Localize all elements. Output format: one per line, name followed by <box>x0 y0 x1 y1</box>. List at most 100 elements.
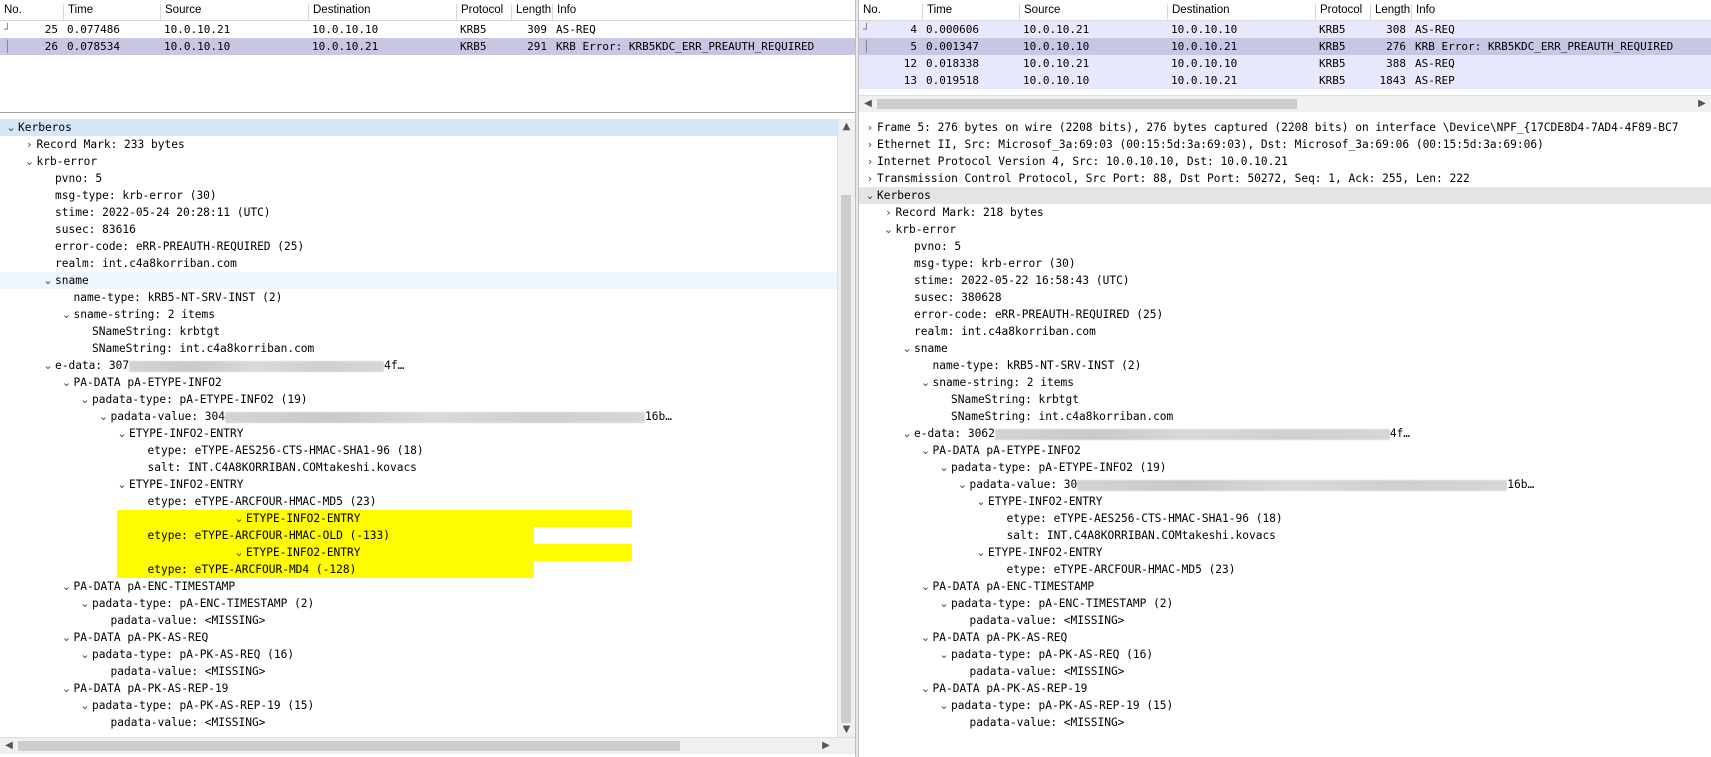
tree-node[interactable]: ⌄ krb-error <box>0 153 838 170</box>
tree-node[interactable]: ⌄ sname <box>859 340 1711 357</box>
expand-chevron-down-icon[interactable]: ⌄ <box>60 578 74 595</box>
column-header-time[interactable]: Time <box>63 4 93 20</box>
scroll-left-arrow-icon[interactable]: ◀ <box>861 96 875 112</box>
expand-chevron-down-icon[interactable]: ⌄ <box>115 425 129 442</box>
scroll-thumb[interactable] <box>877 99 1297 109</box>
expand-chevron-down-icon[interactable]: ⌄ <box>919 374 933 391</box>
collapse-chevron-right-icon[interactable]: › <box>863 136 877 153</box>
tree-node[interactable]: padata-value: <MISSING> <box>0 663 838 680</box>
expand-chevron-down-icon[interactable]: ⌄ <box>41 357 55 374</box>
tree-node[interactable]: etype: eTYPE-ARCFOUR-HMAC-MD5 (23) <box>859 561 1711 578</box>
scroll-right-arrow-icon[interactable]: ▶ <box>819 738 833 754</box>
expand-chevron-down-icon[interactable]: ⌄ <box>956 476 970 493</box>
expand-chevron-down-icon[interactable]: ⌄ <box>78 646 92 663</box>
scroll-down-arrow-icon[interactable]: ▼ <box>838 724 855 735</box>
packet-list-horizontal-scrollbar[interactable]: ◀ ▶ <box>859 95 1711 112</box>
tree-node[interactable]: ⌄ padata-type: pA-ENC-TIMESTAMP (2) <box>0 595 838 612</box>
expand-chevron-down-icon[interactable]: ⌄ <box>4 119 18 136</box>
tree-node[interactable]: ⌄ padata-type: pA-PK-AS-REQ (16) <box>859 646 1711 663</box>
tree-node[interactable]: ⌄ padata-type: pA-PK-AS-REQ (16) <box>0 646 838 663</box>
column-header-source[interactable]: Source <box>1019 4 1060 20</box>
tree-node[interactable]: ⌄ ETYPE-INFO2-ENTRY <box>117 510 632 527</box>
column-header-length[interactable]: Length <box>1370 4 1410 20</box>
expand-chevron-down-icon[interactable]: ⌄ <box>882 221 896 238</box>
tree-node[interactable]: ⌄ PA-DATA pA-PK-AS-REQ <box>0 629 838 646</box>
column-header-destination[interactable]: Destination <box>308 4 371 20</box>
tree-node[interactable]: error-code: eRR-PREAUTH-REQUIRED (25) <box>859 306 1711 323</box>
tree-node[interactable]: ⌄ Kerberos <box>859 187 1711 204</box>
expand-chevron-down-icon[interactable]: ⌄ <box>863 187 877 204</box>
scroll-thumb[interactable] <box>18 741 680 751</box>
tree-node[interactable]: padata-value: <MISSING> <box>859 612 1711 629</box>
tree-node[interactable]: SNameString: int.c4a8korriban.com <box>859 408 1711 425</box>
scroll-thumb[interactable] <box>841 195 851 723</box>
tree-node[interactable]: ⌄ ETYPE-INFO2-ENTRY <box>117 544 632 561</box>
tree-node[interactable]: ⌄ e-data: 3062 4f… <box>859 425 1711 442</box>
scroll-up-arrow-icon[interactable]: ▲ <box>838 121 855 132</box>
tree-node[interactable]: ⌄ PA-DATA pA-PK-AS-REP-19 <box>0 680 838 697</box>
collapse-chevron-right-icon[interactable]: › <box>23 136 37 153</box>
packet-row[interactable]: ┘ 4 0.000606 10.0.10.21 10.0.10.10 KRB5 308 AS-… <box>859 21 1711 38</box>
tree-node[interactable]: ⌄ padata-type: pA-PK-AS-REP-19 (15) <box>0 697 838 714</box>
tree-node[interactable]: padata-value: <MISSING> <box>859 714 1711 731</box>
expand-chevron-down-icon[interactable]: ⌄ <box>60 374 74 391</box>
tree-node[interactable]: stime: 2022-05-24 20:28:11 (UTC) <box>0 204 838 221</box>
tree-node[interactable]: stime: 2022-05-22 16:58:43 (UTC) <box>859 272 1711 289</box>
expand-chevron-down-icon[interactable]: ⌄ <box>900 425 914 442</box>
packet-row[interactable]: │ 26 0.078534 10.0.10.10 10.0.10.21 KRB5 291 KR… <box>0 38 855 55</box>
packet-row[interactable]: │ 5 0.001347 10.0.10.10 10.0.10.21 KRB5 276 KRB… <box>859 38 1711 55</box>
tree-node[interactable]: ⌄ PA-DATA pA-ETYPE-INFO2 <box>859 442 1711 459</box>
tree-node[interactable]: etype: eTYPE-ARCFOUR-HMAC-OLD (-133) <box>117 527 534 544</box>
tree-node[interactable]: ⌄ sname-string: 2 items <box>859 374 1711 391</box>
tree-node[interactable]: ⌄ PA-DATA pA-PK-AS-REP-19 <box>859 680 1711 697</box>
tree-node[interactable]: ⌄ sname <box>0 272 838 289</box>
tree-node[interactable]: ⌄ PA-DATA pA-ENC-TIMESTAMP <box>0 578 838 595</box>
packet-row[interactable]: ┘ 25 0.077486 10.0.10.21 10.0.10.10 KRB5 309 AS… <box>0 21 855 38</box>
column-header-info[interactable]: Info <box>552 4 576 20</box>
expand-chevron-down-icon[interactable]: ⌄ <box>23 153 37 170</box>
packet-row[interactable]: 12 0.018338 10.0.10.21 10.0.10.10 KRB5 388 AS-… <box>859 55 1711 72</box>
collapse-chevron-right-icon[interactable]: › <box>863 119 877 136</box>
column-header-time[interactable]: Time <box>922 4 952 20</box>
tree-node[interactable]: ⌄ padata-value: 30 16b… <box>859 476 1711 493</box>
expand-chevron-down-icon[interactable]: ⌄ <box>78 391 92 408</box>
tree-node[interactable]: › Transmission Control Protocol, Src Port… <box>859 170 1711 187</box>
column-header-length[interactable]: Length <box>511 4 551 20</box>
tree-node[interactable]: ⌄ PA-DATA pA-PK-AS-REQ <box>859 629 1711 646</box>
expand-chevron-down-icon[interactable]: ⌄ <box>919 442 933 459</box>
expand-chevron-down-icon[interactable]: ⌄ <box>937 595 951 612</box>
packet-list[interactable]: No. Time Source Destination Protocol Len… <box>0 0 855 113</box>
tree-node[interactable]: ⌄ ETYPE-INFO2-ENTRY <box>859 544 1711 561</box>
expand-chevron-down-icon[interactable]: ⌄ <box>97 408 111 425</box>
tree-node[interactable]: salt: INT.C4A8KORRIBAN.COMtakeshi.kovacs <box>0 459 838 476</box>
tree-node[interactable]: pvno: 5 <box>0 170 838 187</box>
tree-node[interactable]: ⌄ PA-DATA pA-ETYPE-INFO2 <box>0 374 838 391</box>
tree-node[interactable]: padata-value: <MISSING> <box>0 714 838 731</box>
tree-node[interactable]: name-type: kRB5-NT-SRV-INST (2) <box>0 289 838 306</box>
packet-row[interactable]: 13 0.019518 10.0.10.10 10.0.10.21 KRB5 1843 AS… <box>859 72 1711 89</box>
tree-node[interactable]: error-code: eRR-PREAUTH-REQUIRED (25) <box>0 238 838 255</box>
expand-chevron-down-icon[interactable]: ⌄ <box>78 595 92 612</box>
tree-node[interactable]: susec: 83616 <box>0 221 838 238</box>
expand-chevron-down-icon[interactable]: ⌄ <box>919 578 933 595</box>
details-vertical-scrollbar[interactable]: ▲ ▼ <box>837 119 855 737</box>
expand-chevron-down-icon[interactable]: ⌄ <box>78 697 92 714</box>
expand-chevron-down-icon[interactable]: ⌄ <box>41 272 55 289</box>
tree-node[interactable]: padata-value: <MISSING> <box>0 612 838 629</box>
expand-chevron-down-icon[interactable]: ⌄ <box>115 476 129 493</box>
tree-node[interactable]: susec: 380628 <box>859 289 1711 306</box>
tree-node[interactable]: etype: eTYPE-AES256-CTS-HMAC-SHA1-96 (18… <box>859 510 1711 527</box>
tree-node[interactable]: ⌄ e-data: 307 4f… <box>0 357 838 374</box>
tree-node[interactable]: ⌄ Kerberos <box>0 119 838 136</box>
tree-node[interactable]: › Record Mark: 218 bytes <box>859 204 1711 221</box>
column-header-no[interactable]: No. <box>859 4 881 20</box>
tree-node[interactable]: name-type: kRB5-NT-SRV-INST (2) <box>859 357 1711 374</box>
column-header-info[interactable]: Info <box>1411 4 1435 20</box>
packet-details-tree[interactable]: › Frame 5: 276 bytes on wire (2208 bits),… <box>859 119 1711 753</box>
tree-node[interactable]: SNameString: krbtgt <box>0 323 838 340</box>
tree-node[interactable]: ⌄ padata-type: pA-ETYPE-INFO2 (19) <box>859 459 1711 476</box>
tree-node[interactable]: realm: int.c4a8korriban.com <box>0 255 838 272</box>
column-header-destination[interactable]: Destination <box>1167 4 1230 20</box>
expand-chevron-down-icon[interactable]: ⌄ <box>919 629 933 646</box>
expand-chevron-down-icon[interactable]: ⌄ <box>232 544 246 561</box>
